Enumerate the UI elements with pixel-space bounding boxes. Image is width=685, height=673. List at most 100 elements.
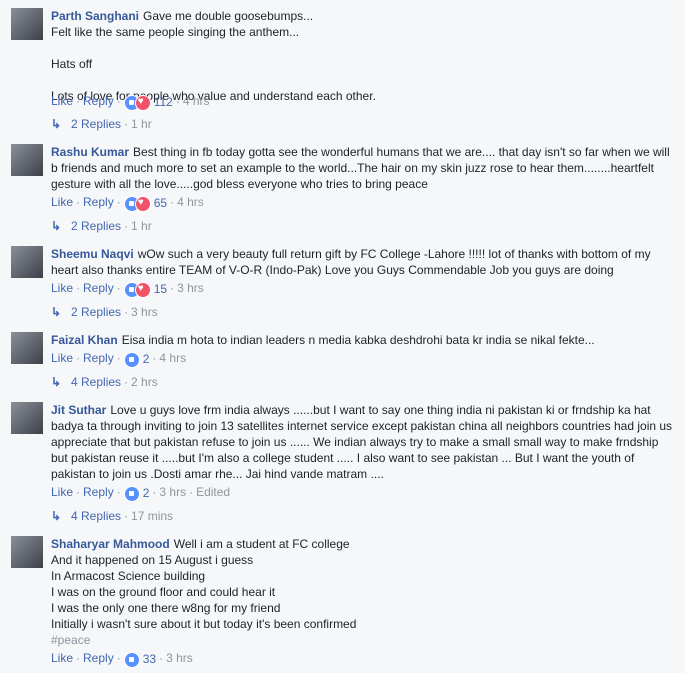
edited-label[interactable]: Edited xyxy=(196,485,230,499)
reply-arrow-icon: ↳ xyxy=(51,305,62,319)
separator: · xyxy=(124,305,129,319)
timestamp[interactable]: 4 hrs xyxy=(183,94,210,108)
reaction-count: 2 xyxy=(142,485,150,500)
separator: · xyxy=(76,195,81,209)
timestamp[interactable]: 4 hrs xyxy=(177,195,204,209)
reply-button[interactable]: Reply xyxy=(83,651,114,665)
like-button[interactable]: Like xyxy=(51,195,73,209)
reply-button[interactable]: Reply xyxy=(83,94,114,108)
view-replies[interactable]: ↳ 4 Replies · 17 mins xyxy=(51,508,173,524)
avatar[interactable] xyxy=(11,536,43,568)
replies-link[interactable]: 4 Replies xyxy=(71,375,121,389)
replies-time: 2 hrs xyxy=(131,375,158,389)
like-button[interactable]: Like xyxy=(51,351,73,365)
separator: · xyxy=(124,117,129,131)
commenter-name[interactable]: Jit Suthar xyxy=(51,403,106,417)
reaction-count: 112 xyxy=(153,94,173,109)
separator: · xyxy=(76,94,81,108)
comment-text: Love u guys love frm india always ......… xyxy=(51,403,676,481)
comments-thread: Parth Sanghani Gave me double goosebumps.… xyxy=(0,0,685,673)
reply-button[interactable]: Reply xyxy=(83,351,114,365)
comment-body: Faizal Khan Eisa india m hota to indian l… xyxy=(51,332,677,348)
reply-button[interactable]: Reply xyxy=(83,281,114,295)
reactions[interactable]: 2 xyxy=(123,485,150,502)
separator: · xyxy=(116,485,121,499)
view-replies[interactable]: ↳ 4 Replies · 2 hrs xyxy=(51,374,158,390)
commenter-name[interactable]: Faizal Khan xyxy=(51,333,118,347)
reactions[interactable]: 65 xyxy=(123,195,167,212)
comment-actions: Like · Reply · 2 · 4 hrs xyxy=(51,350,186,368)
commenter-name[interactable]: Shaharyar Mahmood xyxy=(51,537,170,551)
timestamp[interactable]: 4 hrs xyxy=(159,351,186,365)
like-button[interactable]: Like xyxy=(51,651,73,665)
separator: · xyxy=(76,281,81,295)
reply-arrow-icon: ↳ xyxy=(51,219,62,233)
replies-time: 1 hr xyxy=(131,117,152,131)
hashtag-link[interactable]: #peace xyxy=(51,633,90,647)
comment-actions: Like·Reply·65·4 hrs xyxy=(51,194,204,212)
separator: · xyxy=(116,351,121,365)
replies-time: 3 hrs xyxy=(131,305,158,319)
separator: · xyxy=(175,94,180,108)
reactions[interactable]: 2 xyxy=(123,351,150,368)
replies-time: 17 mins xyxy=(131,509,174,523)
separator: · xyxy=(152,485,157,499)
view-replies[interactable]: ↳ 2 Replies · 1 hr xyxy=(51,116,152,132)
love-reaction-icon xyxy=(134,94,151,111)
comment-body: Jit Suthar Love u guys love frm india alw… xyxy=(51,402,677,482)
view-replies[interactable]: ↳ 2 Replies · 3 hrs xyxy=(51,304,158,320)
separator: · xyxy=(116,94,121,108)
separator: · xyxy=(124,219,129,233)
commenter-name[interactable]: Sheemu Naqvi xyxy=(51,247,134,261)
reply-button[interactable]: Reply xyxy=(83,485,114,499)
comment-actions: Like·Reply·15·3 hrs xyxy=(51,280,204,298)
replies-link[interactable]: 2 Replies xyxy=(71,117,121,131)
separator: · xyxy=(124,375,129,389)
avatar[interactable] xyxy=(11,402,43,434)
like-reaction-icon xyxy=(123,351,140,368)
comment-actions: Like · Reply · 2 · 3 hrs · Edited xyxy=(51,484,230,502)
separator: · xyxy=(189,485,194,499)
view-replies[interactable]: ↳ 2 Replies · 1 hr xyxy=(51,218,152,234)
avatar[interactable] xyxy=(11,332,43,364)
reactions[interactable]: 15 xyxy=(123,281,168,298)
separator: · xyxy=(170,195,175,209)
reply-arrow-icon: ↳ xyxy=(51,375,62,389)
avatar[interactable] xyxy=(11,8,43,40)
separator: · xyxy=(116,195,121,209)
separator: · xyxy=(116,281,121,295)
like-reaction-icon xyxy=(123,485,140,502)
separator: · xyxy=(124,509,129,523)
comment-text: Eisa india m hota to indian leaders n me… xyxy=(121,333,595,347)
like-button[interactable]: Like xyxy=(51,281,73,295)
separator: · xyxy=(170,281,175,295)
timestamp[interactable]: 3 hrs xyxy=(177,281,204,295)
commenter-name[interactable]: Parth Sanghani xyxy=(51,9,139,23)
commenter-name[interactable]: Rashu Kumar xyxy=(51,145,129,159)
reaction-count: 15 xyxy=(153,281,168,296)
comment-actions: Like·Reply·112·4 hrs xyxy=(51,93,210,111)
comment-text: wOw such a very beauty full return gift … xyxy=(51,247,654,277)
reaction-count: 2 xyxy=(142,351,150,366)
comment-body: Shaharyar Mahmood Well i am a student at … xyxy=(51,536,677,648)
timestamp[interactable]: 3 hrs xyxy=(166,651,193,665)
reactions[interactable]: 112 xyxy=(123,94,173,111)
reply-button[interactable]: Reply xyxy=(83,195,114,209)
replies-link[interactable]: 2 Replies xyxy=(71,305,121,319)
comment-body: Parth Sanghani Gave me double goosebumps.… xyxy=(51,8,677,104)
comment-text: Gave me double goosebumps... Felt like t… xyxy=(51,9,376,103)
love-reaction-icon xyxy=(134,195,151,212)
like-reaction-icon xyxy=(123,651,140,668)
replies-link[interactable]: 4 Replies xyxy=(71,509,121,523)
comment-body: Rashu Kumar Best thing in fb today gotta … xyxy=(51,144,677,192)
like-button[interactable]: Like xyxy=(51,485,73,499)
avatar[interactable] xyxy=(11,246,43,278)
reactions[interactable]: 33 xyxy=(123,651,156,668)
avatar[interactable] xyxy=(11,144,43,176)
like-button[interactable]: Like xyxy=(51,94,73,108)
timestamp[interactable]: 3 hrs xyxy=(159,485,186,499)
separator: · xyxy=(76,485,81,499)
replies-link[interactable]: 2 Replies xyxy=(71,219,121,233)
separator: · xyxy=(76,351,81,365)
reply-arrow-icon: ↳ xyxy=(51,117,62,131)
